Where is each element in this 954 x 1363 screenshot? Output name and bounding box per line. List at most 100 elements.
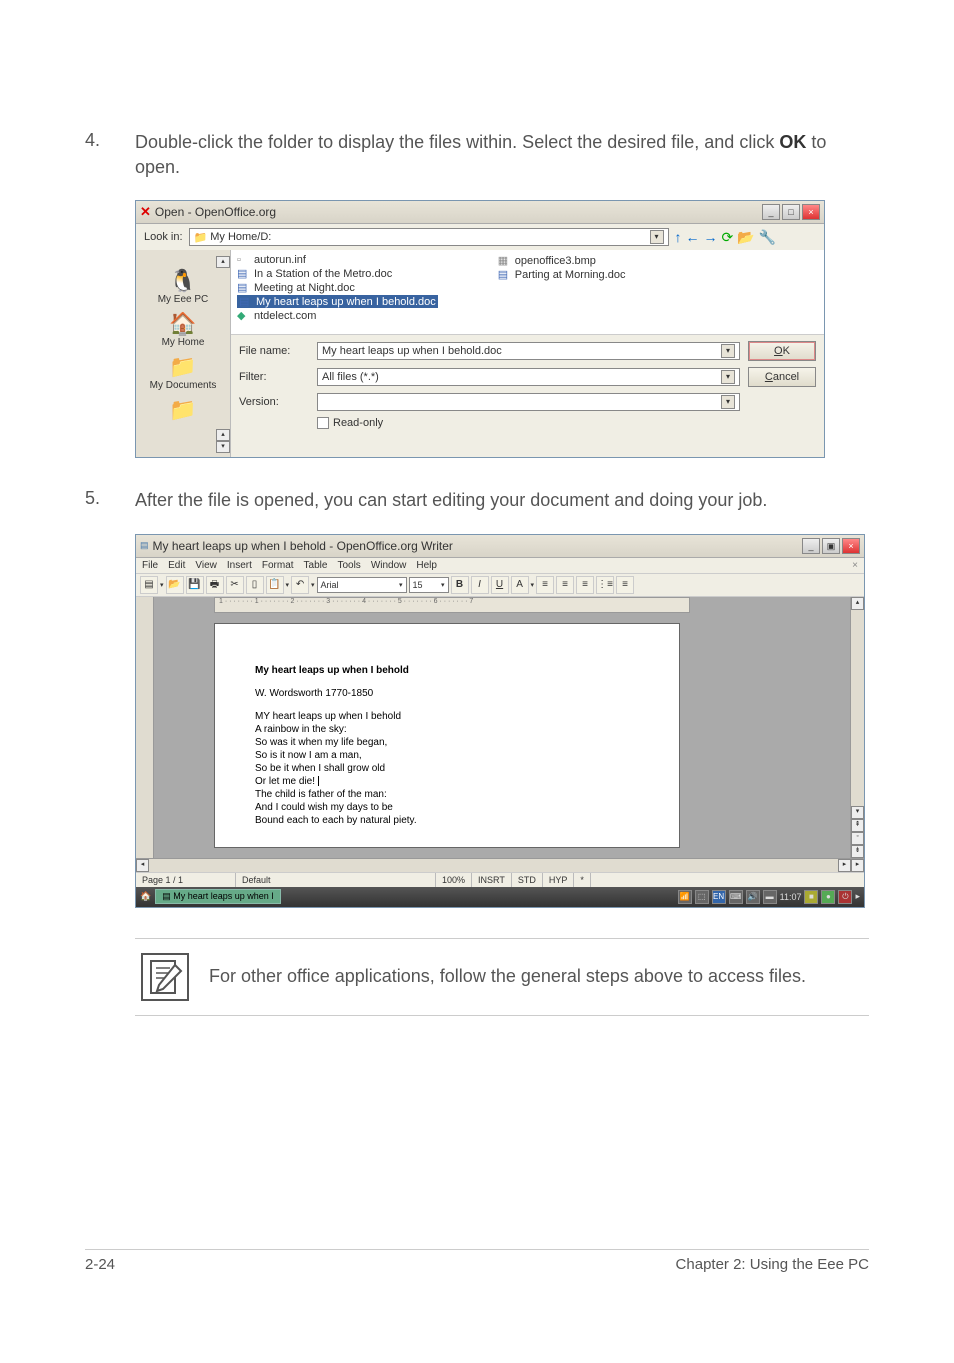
vertical-scrollbar[interactable]: ▴ ▾ ⇞ ◦ ⇟ — [850, 597, 864, 858]
tb-paste-button[interactable]: 📋 — [266, 576, 284, 594]
status-std[interactable]: STD — [512, 873, 543, 887]
filter-combo[interactable]: All files (*.*) ▾ — [317, 368, 740, 386]
scroll-end-button[interactable]: ▸ — [851, 859, 864, 872]
places-up2-button[interactable]: ▴ — [216, 429, 230, 441]
tray-btn2[interactable]: ● — [821, 890, 835, 904]
tray-wifi-icon[interactable]: 📶 — [678, 890, 692, 904]
combo-arrow-icon[interactable]: ▾ — [650, 230, 664, 244]
tb-new-button[interactable]: ▤ — [140, 576, 158, 594]
tb-bullets-button[interactable]: ⋮≡ — [596, 576, 614, 594]
tray-lang-icon[interactable]: EN — [712, 890, 726, 904]
menu-file[interactable]: File — [142, 560, 158, 571]
menu-insert[interactable]: Insert — [227, 560, 252, 571]
places-up-button[interactable]: ▴ — [216, 256, 230, 268]
places-extra[interactable]: 📁 — [136, 397, 230, 423]
up-icon[interactable]: ↑ — [675, 229, 682, 246]
tb-align-center-button[interactable]: ≡ — [556, 576, 574, 594]
scroll-left-button[interactable]: ◂ — [136, 859, 149, 872]
file-item[interactable]: ▫autorun.inf — [237, 254, 438, 266]
file-item[interactable]: ▤Parting at Morning.doc — [498, 268, 626, 281]
start-icon[interactable]: 🏠 — [140, 891, 151, 902]
minimize-button[interactable]: _ — [762, 204, 780, 220]
taskbar-app-button[interactable]: ▤ My heart leaps up when I — [155, 889, 281, 904]
forward-icon[interactable]: → — [704, 229, 718, 246]
places-eee[interactable]: 🐧 My Eee PC — [136, 268, 230, 305]
scroll-right-button[interactable]: ▸ — [838, 859, 851, 872]
back-icon[interactable]: ← — [686, 229, 700, 246]
horizontal-scrollbar[interactable]: ◂ ▸ ▸ — [136, 858, 864, 872]
file-item-selected[interactable]: ▤My heart leaps up when I behold.doc — [237, 295, 438, 308]
tb-dropdown-icon[interactable]: ▾ — [160, 581, 164, 589]
scroll-next-button[interactable]: ⇟ — [851, 845, 864, 858]
tb-copy-button[interactable]: ▯ — [246, 576, 264, 594]
tool-icon[interactable]: 🔧 — [759, 229, 776, 246]
tray-btn3[interactable]: ⏻ — [838, 890, 852, 904]
scroll-mid-button[interactable]: ◦ — [851, 832, 864, 845]
menu-view[interactable]: View — [195, 560, 217, 571]
tb-align-right-button[interactable]: ≡ — [576, 576, 594, 594]
places-down-button[interactable]: ▾ — [216, 441, 230, 453]
refresh-icon[interactable]: ⟳ — [722, 229, 734, 246]
combo-arrow-icon[interactable]: ▾ — [721, 344, 735, 358]
close-button[interactable]: × — [842, 538, 860, 554]
scroll-prev-button[interactable]: ⇞ — [851, 819, 864, 832]
menu-format[interactable]: Format — [262, 560, 294, 571]
menu-window[interactable]: Window — [371, 560, 407, 571]
doc-close-icon[interactable]: × — [852, 560, 858, 571]
tb-undo-button[interactable]: ↶ — [291, 576, 309, 594]
file-item[interactable]: ▦openoffice3.bmp — [498, 254, 626, 267]
vertical-ruler — [136, 597, 154, 858]
tb-align-left-button[interactable]: ≡ — [536, 576, 554, 594]
ok-button[interactable]: OK — [748, 341, 816, 361]
status-hyp[interactable]: HYP — [543, 873, 575, 887]
scroll-down-button[interactable]: ▾ — [851, 806, 864, 819]
lookin-combo[interactable]: 📁 My Home/D: ▾ — [189, 228, 669, 246]
font-name-combo[interactable]: Arial▾ — [317, 577, 407, 593]
file-item[interactable]: ▤In a Station of the Metro.doc — [237, 267, 438, 280]
close-button[interactable]: × — [802, 204, 820, 220]
readonly-checkbox[interactable] — [317, 417, 329, 429]
tb-numbering-button[interactable]: ≡ — [616, 576, 634, 594]
version-combo[interactable]: ▾ — [317, 393, 740, 411]
status-insrt[interactable]: INSRT — [472, 873, 512, 887]
tray-kbd-icon[interactable]: ⌨ — [729, 890, 743, 904]
menu-edit[interactable]: Edit — [168, 560, 185, 571]
tray-clock[interactable]: 11:07 — [780, 892, 802, 902]
minimize-button[interactable]: _ — [802, 538, 820, 554]
status-zoom[interactable]: 100% — [436, 873, 472, 887]
tb-print-button[interactable]: 🖶 — [206, 576, 224, 594]
file-item[interactable]: ▤Meeting at Night.doc — [237, 281, 438, 294]
scroll-up-button[interactable]: ▴ — [851, 597, 864, 610]
lookin-label: Look in: — [144, 231, 183, 243]
doc-line: A rainbow in the sky: — [255, 723, 639, 736]
new-folder-icon[interactable]: 📂 — [737, 229, 754, 246]
combo-arrow-icon[interactable]: ▾ — [721, 395, 735, 409]
menu-tools[interactable]: Tools — [337, 560, 360, 571]
combo-arrow-icon[interactable]: ▾ — [721, 370, 735, 384]
menu-help[interactable]: Help — [416, 560, 437, 571]
maximize-button[interactable]: ▣ — [822, 538, 840, 554]
maximize-button[interactable]: □ — [782, 204, 800, 220]
doc-title: My heart leaps up when I behold — [255, 664, 639, 677]
tray-expand-icon[interactable]: ▸ — [855, 891, 860, 902]
tray-net-icon[interactable]: ⬚ — [695, 890, 709, 904]
tray-btn1[interactable]: ■ — [804, 890, 818, 904]
filename-input[interactable]: My heart leaps up when I behold.doc ▾ — [317, 342, 740, 360]
places-home[interactable]: 🏠 My Home — [136, 311, 230, 348]
places-docs[interactable]: 📁 My Documents — [136, 354, 230, 391]
font-size-combo[interactable]: 15▾ — [409, 577, 449, 593]
document-page[interactable]: My heart leaps up when I behold W. Words… — [214, 623, 680, 848]
tb-open-button[interactable]: 📂 — [166, 576, 184, 594]
tb-save-button[interactable]: 💾 — [186, 576, 204, 594]
tb-cut-button[interactable]: ✂ — [226, 576, 244, 594]
tb-bold-button[interactable]: B — [451, 576, 469, 594]
file-item[interactable]: ◆ntdelect.com — [237, 309, 438, 322]
writer-window: ▤ My heart leaps up when I behold - Open… — [135, 534, 865, 908]
cancel-button[interactable]: Cancel — [748, 367, 816, 387]
tb-italic-button[interactable]: I — [471, 576, 489, 594]
tray-vol-icon[interactable]: 🔊 — [746, 890, 760, 904]
tb-color-button[interactable]: A — [511, 576, 529, 594]
menu-table[interactable]: Table — [304, 560, 328, 571]
tb-underline-button[interactable]: U — [491, 576, 509, 594]
tray-batt-icon[interactable]: ▬ — [763, 890, 777, 904]
